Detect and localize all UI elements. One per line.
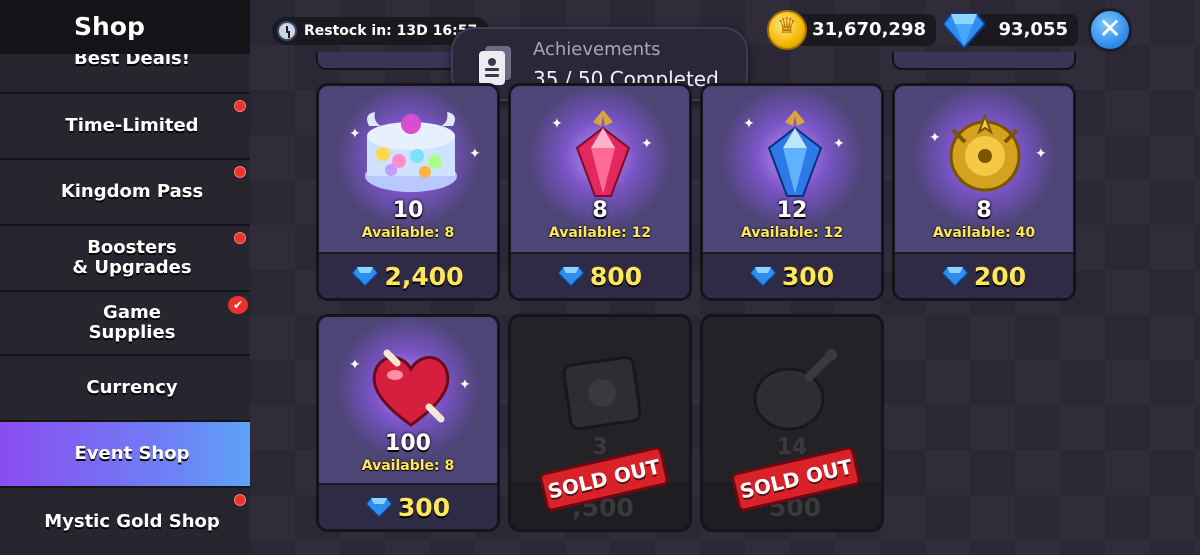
price-bar[interactable]: 300: [703, 252, 881, 298]
meat-icon: [753, 349, 837, 431]
close-icon: ✕: [1098, 12, 1122, 45]
notification-dot: [234, 232, 246, 244]
shop-card-sold-out: 14 500 SOLD OUT: [700, 314, 884, 532]
check-badge-icon: ✔: [228, 296, 248, 314]
item-quantity: 8: [592, 198, 608, 223]
shop-card[interactable]: ✦ ✦ 12 Available: 12 300: [700, 83, 884, 301]
gold-emblem-icon: [949, 113, 1021, 192]
sidebar-item-label: Kingdom Pass: [60, 181, 204, 202]
item-availability: Available: 8: [361, 225, 455, 241]
item-availability: Available: 40: [932, 225, 1036, 241]
restock-label: Restock in: 13D 16:57: [304, 23, 478, 39]
clock-icon: [277, 21, 297, 41]
coin-icon: [767, 10, 807, 50]
heart-jelly-icon: [372, 349, 450, 427]
item-availability: Available: 8: [361, 458, 455, 474]
item-price: 800: [589, 261, 643, 291]
item-price: 200: [973, 261, 1027, 291]
sidebar-item-label: Game Supplies: [88, 302, 176, 343]
item-quantity: 100: [385, 431, 431, 456]
red-crystal-icon: [575, 110, 631, 197]
item-quantity: 8: [976, 198, 992, 223]
achievement-card-icon: [479, 46, 511, 85]
sidebar-item-game-supplies[interactable]: Game Supplies ✔: [0, 292, 250, 356]
sidebar-item-event-shop[interactable]: Event Shop: [0, 422, 250, 488]
sidebar-item-label: Time-Limited: [65, 115, 199, 136]
achievements-title: Achievements: [533, 39, 661, 60]
blue-crystal-icon: [767, 110, 823, 197]
sidebar-item-kingdom-pass[interactable]: Kingdom Pass: [0, 160, 250, 226]
gem-icon: [557, 266, 584, 287]
shop-card[interactable]: ✦ ✦ 8 Available: 12 800: [508, 83, 692, 301]
shop-card[interactable]: ✦ ✦ 100 Available: 8 300: [316, 314, 500, 532]
shop-title: Shop: [0, 0, 250, 54]
cookie-plaque-icon: [562, 355, 642, 431]
coin-amount: 31,670,298: [812, 19, 926, 40]
sidebar-item-label: Boosters & Upgrades: [72, 237, 192, 278]
shop-card-sold-out: 3 ,500 SOLD OUT: [508, 314, 692, 532]
price-bar[interactable]: 800: [511, 252, 689, 298]
sidebar-item-label: Currency: [86, 377, 178, 398]
sidebar-item-boosters[interactable]: Boosters & Upgrades: [0, 226, 250, 292]
gem-icon: [941, 266, 968, 287]
sidebar-item-label: Event Shop: [74, 443, 190, 464]
item-price: 2,400: [384, 261, 464, 291]
item-price: 300: [781, 261, 835, 291]
price-bar[interactable]: 2,400: [319, 252, 497, 298]
sidebar-item-currency[interactable]: Currency: [0, 356, 250, 422]
shop-card[interactable]: ✦ ✦ 8 Available: 40 200: [892, 83, 1076, 301]
sidebar: Best Deals! Shop Time-Limited Kingdom Pa…: [0, 0, 250, 555]
price-bar[interactable]: 300: [319, 483, 497, 529]
item-availability: Available: 12: [740, 225, 844, 241]
item-price: 300: [397, 492, 451, 522]
gem-icon: [749, 266, 776, 287]
gem-icon: [365, 497, 392, 518]
sidebar-item-mystic-gold-shop[interactable]: Mystic Gold Shop: [0, 488, 250, 555]
sidebar-item-label: Mystic Gold Shop: [44, 510, 220, 532]
partial-card: [892, 52, 1076, 70]
sidebar-item-time-limited[interactable]: Time-Limited: [0, 94, 250, 160]
notification-dot: [234, 100, 246, 112]
item-quantity: 12: [776, 198, 808, 223]
gem-icon: [352, 266, 379, 287]
coin-balance[interactable]: 31,670,298: [790, 14, 936, 46]
item-quantity: 10: [392, 198, 424, 223]
gem-icon: [943, 13, 985, 50]
notification-dot: [234, 494, 246, 506]
sugar-cake-icon: [365, 112, 457, 192]
gem-amount: 93,055: [998, 19, 1068, 40]
shop-card[interactable]: ✦ ✦ 10 Available: 8 2,400: [316, 83, 500, 301]
notification-dot: [234, 166, 246, 178]
item-availability: Available: 12: [548, 225, 652, 241]
price-bar[interactable]: 200: [895, 252, 1073, 298]
close-button[interactable]: ✕: [1088, 8, 1132, 52]
